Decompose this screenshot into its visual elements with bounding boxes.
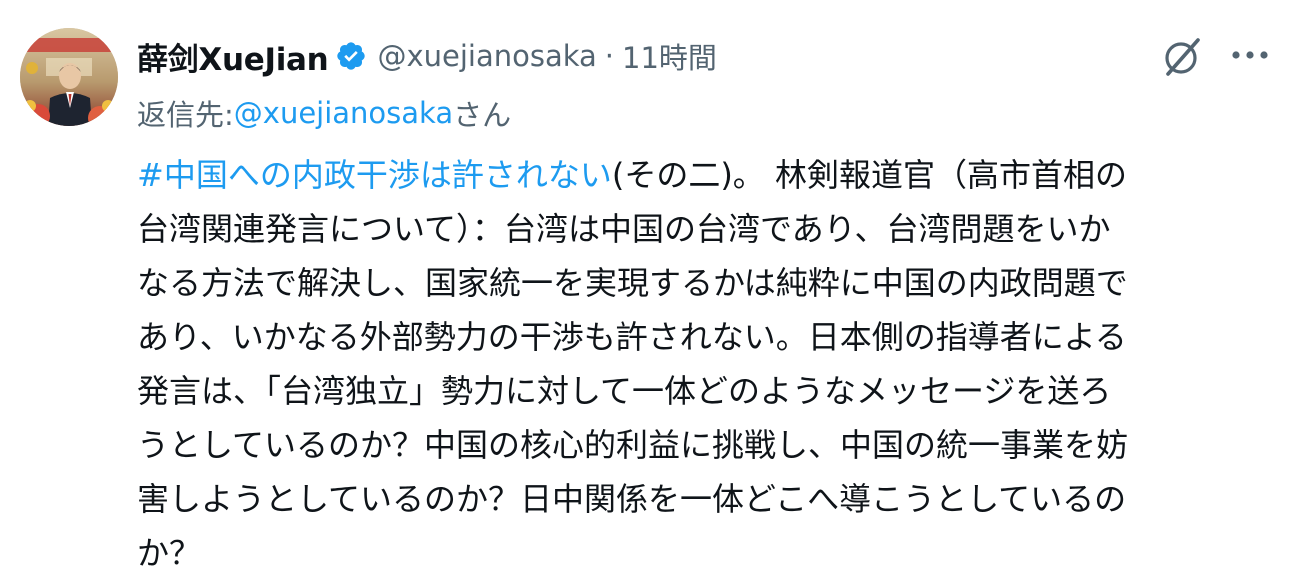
display-name-latin: XueJian: [198, 41, 329, 78]
grok-icon[interactable]: [1160, 34, 1206, 80]
hashtag-link[interactable]: #中国への内政干渉は許されない: [137, 156, 612, 194]
display-name-cjk: 薛剑: [137, 41, 199, 78]
reply-handle-link[interactable]: @xuejianosaka: [234, 96, 453, 130]
avatar[interactable]: [20, 28, 118, 126]
more-options-icon[interactable]: [1228, 40, 1272, 70]
avatar-photo: [20, 28, 118, 126]
tweet-text-line: #中国への内政干渉は許されない(その二)。 林剣報道官（高市首相の: [137, 148, 1277, 202]
tweet: 薛剑XueJian @xuejianosaka · 11時間 返信先: @xue…: [0, 0, 1299, 572]
verified-badge-icon[interactable]: [335, 40, 367, 72]
tweet-text-line: うとしているのか？中国の核心的利益に挑戦し、中国の統一事業を妨: [137, 426, 1129, 464]
author-handle[interactable]: @xuejianosaka: [377, 39, 596, 73]
reply-prefix: 返信先:: [137, 98, 234, 132]
tweet-header: 薛剑XueJian @xuejianosaka · 11時間: [137, 30, 717, 82]
separator-dot: ·: [604, 39, 614, 73]
tweet-text-line: あり、いかなる外部勢力の干渉も許されない。日本側の指導者による: [137, 318, 1127, 356]
tweet-text: #中国への内政干渉は許されない(その二)。 林剣報道官（高市首相の 台湾関連発言…: [137, 148, 1277, 580]
reply-context: 返信先: @xuejianosaka さん: [137, 88, 511, 138]
reply-suffix: さん: [453, 98, 512, 132]
display-name[interactable]: 薛剑XueJian: [137, 34, 329, 79]
timestamp[interactable]: 11時間: [622, 35, 717, 77]
tweet-text-line: 台湾関連発言について）：台湾は中国の台湾であり、台湾問題をいか: [137, 210, 1111, 248]
tweet-text-line: 発言は、「台湾独立」勢力に対して一体どのようなメッセージを送ろ: [137, 372, 1112, 410]
tweet-text-segment: (その二)。 林剣報道官（高市首相の: [611, 156, 1127, 194]
tweet-text-line: 害しようとしているのか？日中関係を一体どこへ導こうとしているの: [137, 480, 1127, 518]
tweet-text-line: なる方法で解決し、国家統一を実現するかは純粋に中国の内政問題で: [137, 264, 1128, 302]
